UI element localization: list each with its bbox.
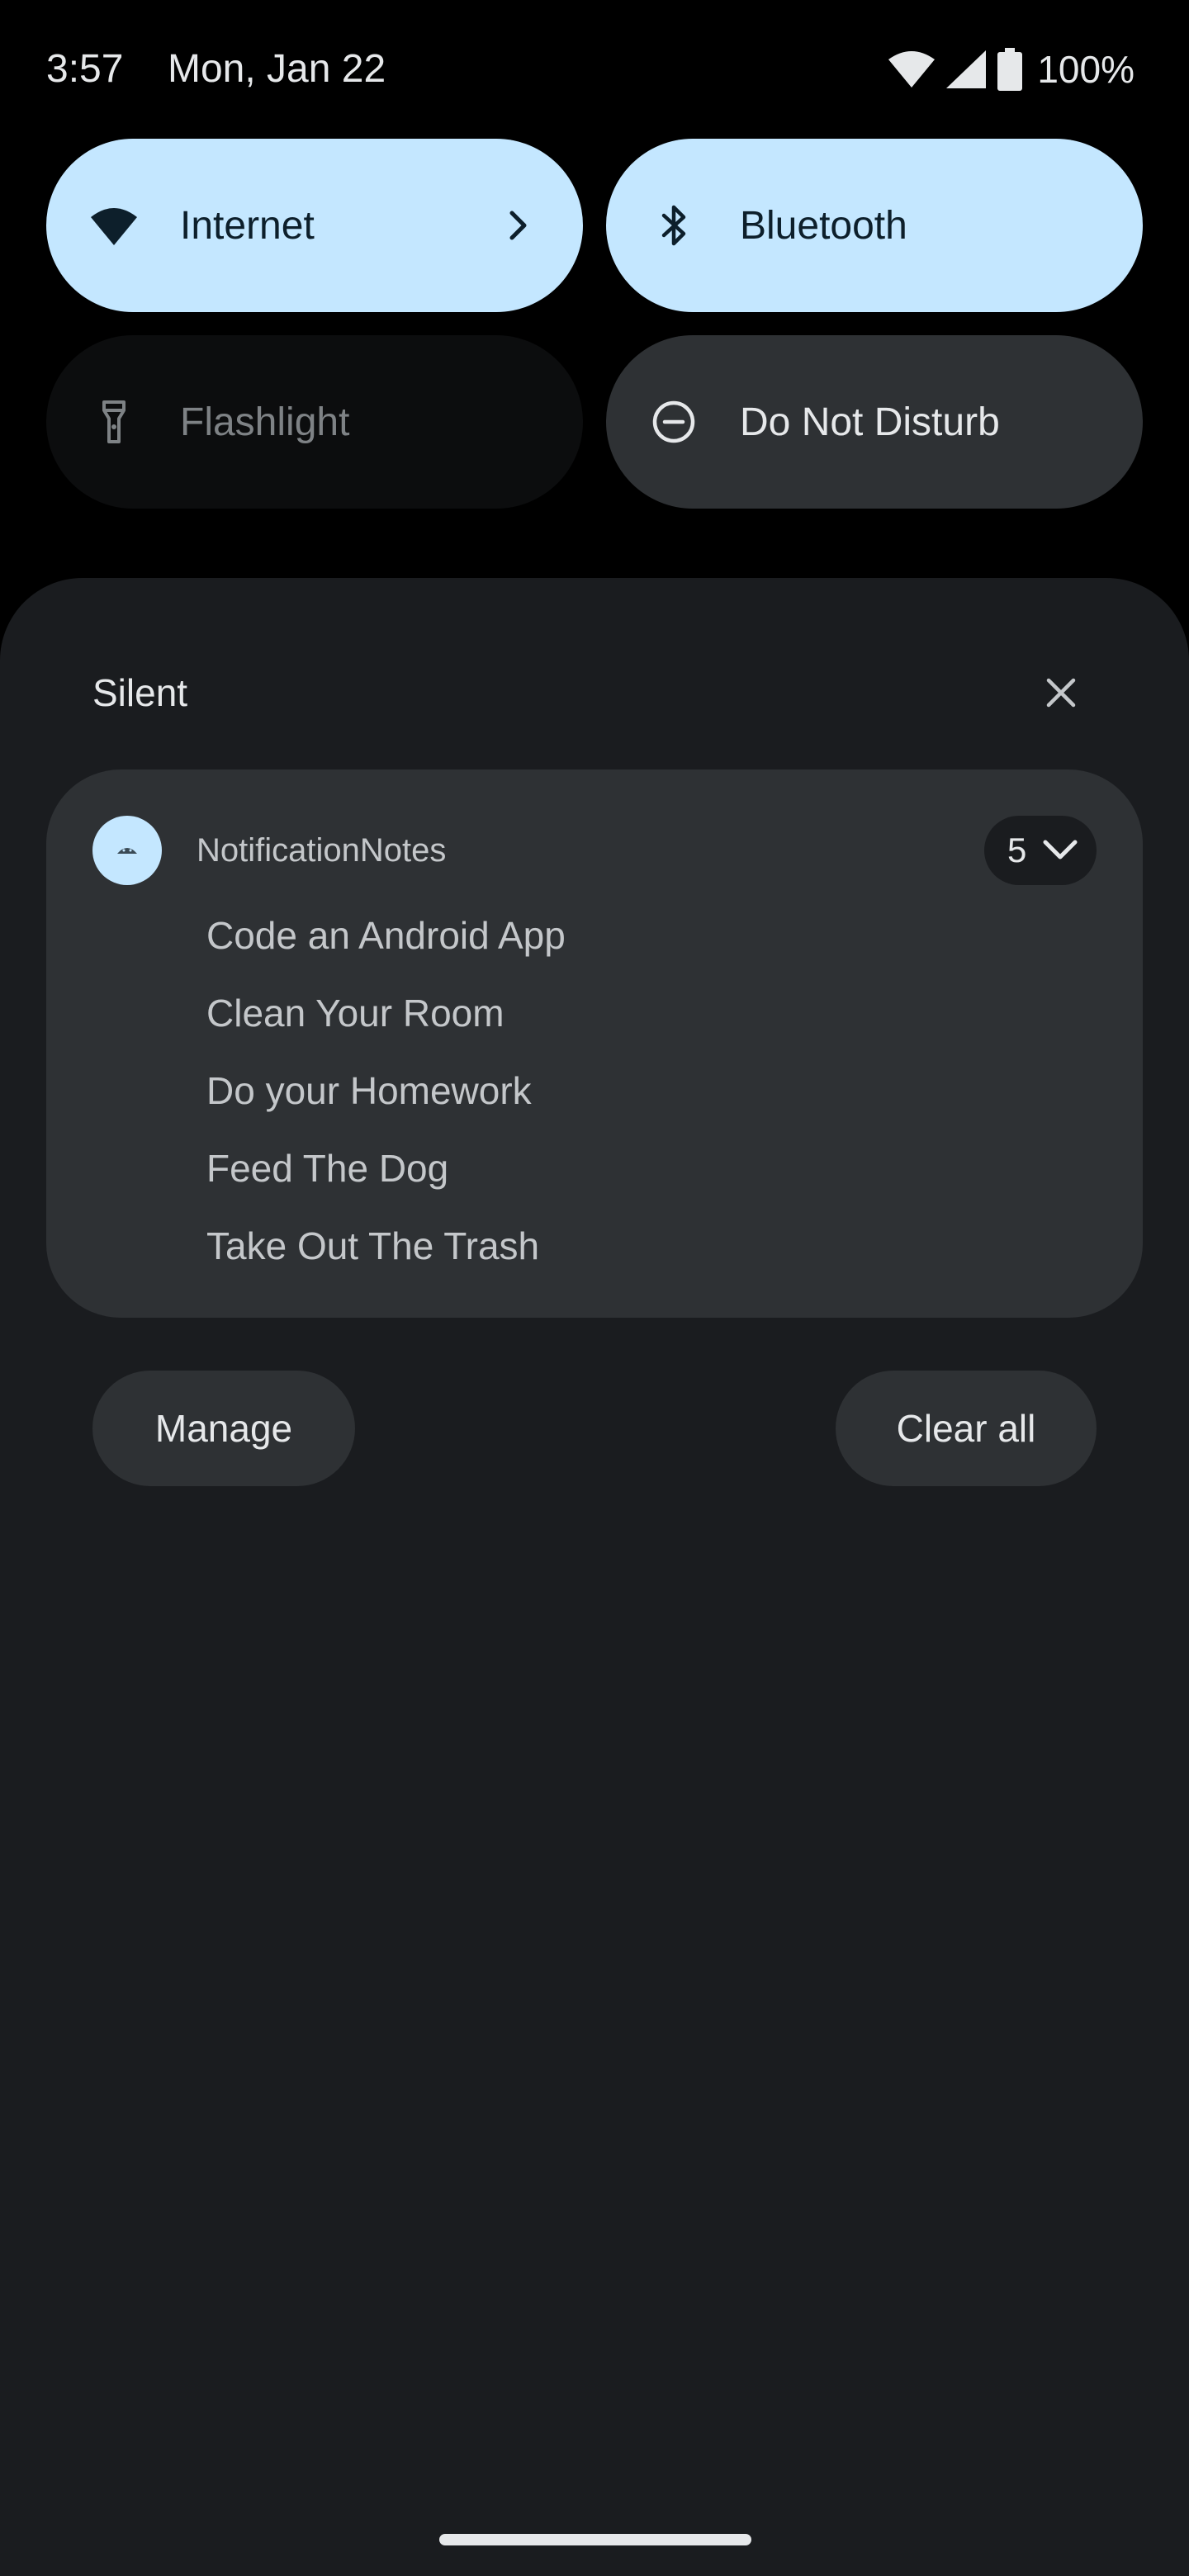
bluetooth-icon: [661, 205, 686, 246]
list-item: Code an Android App: [206, 914, 566, 957]
manage-button-label: Manage: [154, 1407, 293, 1450]
android-icon: [117, 848, 137, 854]
app-name: NotificationNotes: [197, 832, 447, 869]
notification-shade-screen: 3:57 Mon, Jan 22 100% Internet Bluetooth…: [0, 0, 1189, 2576]
tile-do-not-disturb[interactable]: Do Not Disturb: [606, 335, 1143, 509]
status-bar: 3:57 Mon, Jan 22 100%: [0, 0, 1189, 140]
tile-internet-label: Internet: [180, 204, 315, 248]
section-title-silent: Silent: [92, 671, 188, 714]
battery-percentage: 100%: [1037, 48, 1135, 91]
tile-flashlight-label: Flashlight: [180, 400, 350, 444]
do-not-disturb-icon: [652, 400, 695, 443]
manage-button[interactable]: Manage: [92, 1371, 355, 1486]
battery-icon: [997, 48, 1023, 91]
list-item: Do your Homework: [206, 1069, 532, 1112]
close-icon[interactable]: [1042, 674, 1080, 712]
tile-bluetooth[interactable]: Bluetooth: [606, 139, 1143, 312]
status-date: Mon, Jan 22: [168, 47, 386, 91]
list-item: Feed The Dog: [206, 1147, 449, 1190]
clear-all-button[interactable]: Clear all: [836, 1371, 1097, 1486]
tile-do-not-disturb-label: Do Not Disturb: [740, 400, 1000, 444]
app-icon: [92, 816, 162, 885]
list-item: Clean Your Room: [206, 992, 504, 1035]
notification-count: 5: [1007, 831, 1027, 869]
flashlight-icon: [102, 400, 126, 443]
chevron-down-icon: [1043, 840, 1078, 859]
clear-all-button-label: Clear all: [896, 1407, 1036, 1450]
tile-internet[interactable]: Internet: [46, 139, 583, 312]
status-icons: 100%: [888, 45, 1135, 94]
signal-icon: [946, 50, 987, 88]
chevron-right-icon: [509, 211, 527, 240]
wifi-icon: [91, 208, 137, 245]
status-time: 3:57: [46, 47, 124, 91]
gesture-nav-handle[interactable]: [439, 2534, 751, 2545]
expand-group-button[interactable]: 5: [984, 816, 1097, 885]
tile-flashlight[interactable]: Flashlight: [46, 335, 583, 509]
wifi-icon: [888, 51, 936, 88]
tile-bluetooth-label: Bluetooth: [740, 204, 907, 248]
list-item: Take Out The Trash: [206, 1224, 540, 1267]
